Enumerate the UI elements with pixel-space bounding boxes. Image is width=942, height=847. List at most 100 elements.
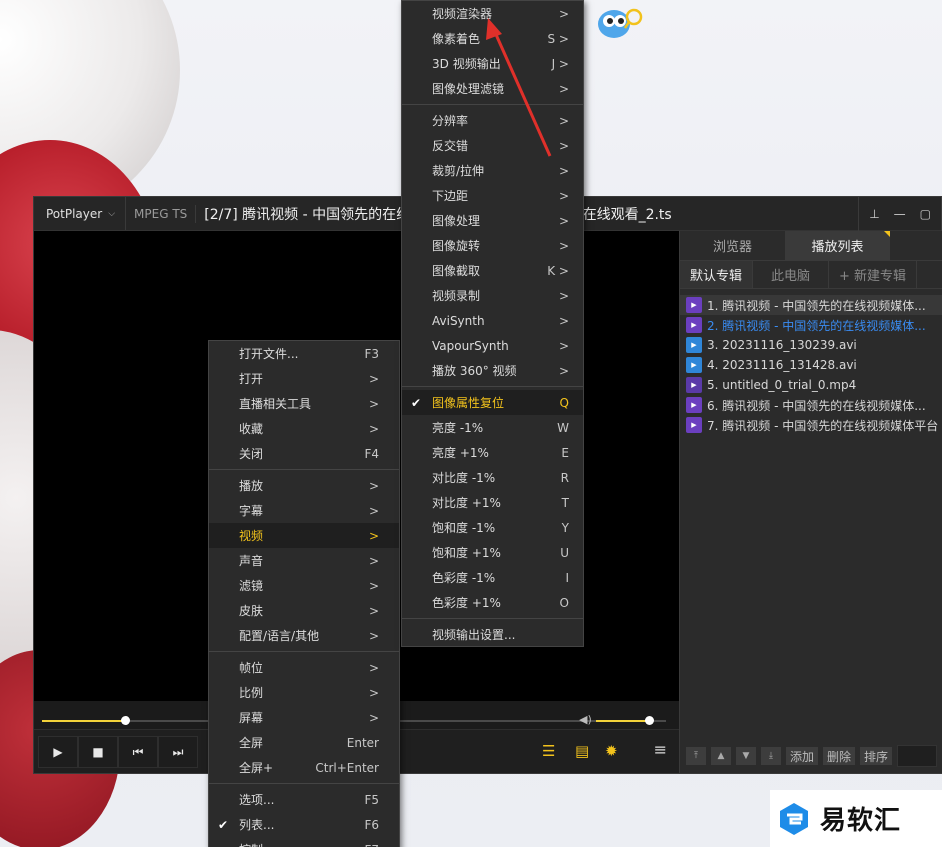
playlist-item[interactable]: ▶ 6. 腾讯视频 - 中国领先的在线视频媒体... [680,395,942,415]
submenu-arrow-icon: > [558,188,569,203]
volume-knob[interactable] [644,716,654,725]
new-album-button[interactable]: + 新建专辑 [829,261,918,288]
menu-item[interactable]: 下边距 > [402,183,583,208]
menu-icon[interactable]: ≡ [654,740,667,759]
menu-item[interactable]: 视频录制 > [402,283,583,308]
playlist-item[interactable]: ▶ 7. 腾讯视频 - 中国领先的在线视频媒体平台 [680,415,942,435]
playlist-item-label: 3. 20231116_130239.avi [707,338,857,352]
add-button[interactable]: 添加 [786,747,819,765]
menu-item-label: 全屏 [239,736,264,750]
menu-item[interactable]: ✔ 图像属性复位 Q [402,390,583,415]
menu-item[interactable]: 播放 360° 视频 > [402,358,583,383]
menu-item[interactable]: 全屏 Enter [209,730,399,755]
menu-item[interactable]: 打开文件... F3 [209,341,399,366]
menu-item[interactable]: 图像截取 K > [402,258,583,283]
menu-item[interactable]: 滤镜 > [209,573,399,598]
tab-default-album[interactable]: 默认专辑 [680,261,754,288]
tab-this-pc[interactable]: 此电脑 [753,261,830,288]
playlist-item[interactable]: ▶ 4. 20231116_131428.avi [680,355,942,375]
menu-item[interactable]: 视频输出设置... [402,622,583,647]
menu-item[interactable]: ✔ 列表... F6 [209,812,399,837]
submenu-arrow-icon: > [558,81,569,96]
settings-gear-icon[interactable]: ✹ [605,742,618,760]
volume-icon[interactable]: ◀) [579,713,592,726]
menu-item-label: 字幕 [239,504,264,518]
menu-item[interactable]: 控制... F7 [209,837,399,847]
move-bottom-button[interactable]: ⤓ [761,747,781,765]
submenu-arrow-icon: > [558,213,569,228]
menu-item[interactable]: 对比度 -1% R [402,465,583,490]
menu-item-label: 比例 [239,686,264,700]
next-button[interactable]: ⏭ [158,736,198,768]
menu-item[interactable]: 色彩度 +1% O [402,590,583,615]
minimize-icon[interactable]: — [894,207,906,221]
menu-item[interactable]: 饱和度 +1% U [402,540,583,565]
delete-button[interactable]: 删除 [823,747,856,765]
subtitle-icon[interactable]: ▤ [575,742,589,760]
submenu-arrow-icon: > [368,603,379,618]
menu-item[interactable]: 屏幕 > [209,705,399,730]
submenu-arrow-icon: > [558,138,569,153]
playlist-item[interactable]: ▶ 2. 腾讯视频 - 中国领先的在线视频媒体... [680,315,942,335]
move-top-button[interactable]: ⤒ [686,747,706,765]
playlist-item[interactable]: ▶ 3. 20231116_130239.avi [680,335,942,355]
menu-item-label: 播放 [239,479,264,493]
menu-item[interactable]: 图像处理滤镜 > [402,76,583,101]
pin-icon[interactable]: ⊥ [869,207,879,221]
menu-item[interactable]: 亮度 -1% W [402,415,583,440]
seek-knob[interactable] [121,716,131,725]
volume-bar[interactable] [596,716,666,725]
menu-item-label: 下边距 [432,189,469,203]
menu-item[interactable]: 直播相关工具 > [209,391,399,416]
playlist-item[interactable]: ▶ 5. untitled_0_trial_0.mp4 [680,375,942,395]
move-up-button[interactable]: ▲ [711,747,731,765]
menu-item[interactable]: 色彩度 -1% I [402,565,583,590]
menu-item[interactable]: 全屏+ Ctrl+Enter [209,755,399,780]
move-down-button[interactable]: ▼ [736,747,756,765]
menu-item[interactable]: 饱和度 -1% Y [402,515,583,540]
stop-button[interactable]: ■ [78,736,118,768]
menu-item[interactable]: 打开 > [209,366,399,391]
menu-item-label: 配置/语言/其他 [239,629,320,643]
menu-item[interactable]: 视频 > [209,523,399,548]
menu-item[interactable]: 图像处理 > [402,208,583,233]
menu-item[interactable]: 分辨率 > [402,108,583,133]
panel-tabs: 浏览器 播放列表 [680,231,942,261]
menu-item[interactable]: 对比度 +1% T [402,490,583,515]
maximize-icon[interactable]: ▢ [920,207,931,221]
menu-item[interactable]: 皮肤 > [209,598,399,623]
menu-item[interactable]: AviSynth > [402,308,583,333]
video-submenu: 视频渲染器 > 像素着色 S >3D 视频输出 J > 图像处理滤镜 > 分辨率 > 反交错… [401,0,584,647]
menu-item[interactable]: VapourSynth > [402,333,583,358]
menu-item[interactable]: 裁剪/拉伸 > [402,158,583,183]
main-menu-button[interactable]: PotPlayer ⌵ [34,197,127,230]
playlist-search-input[interactable] [897,745,938,767]
menu-item[interactable]: 选项... F5 [209,787,399,812]
menu-item[interactable]: 播放 > [209,473,399,498]
playlist-search-icon[interactable]: ☰ [542,742,555,760]
menu-item[interactable]: 图像旋转 > [402,233,583,258]
menu-item[interactable]: 3D 视频输出 J > [402,51,583,76]
playlist-item[interactable]: ▶ 1. 腾讯视频 - 中国领先的在线视频媒体... [680,295,942,315]
menu-item[interactable]: 比例 > [209,680,399,705]
menu-item-label: 图像旋转 [432,239,481,253]
format-label: MPEG TS [126,204,197,223]
menu-item[interactable]: 收藏 > [209,416,399,441]
menu-item[interactable]: 帧位 > [209,655,399,680]
menu-item[interactable]: 亮度 +1% E [402,440,583,465]
menu-item[interactable]: 关闭 F4 [209,441,399,466]
tab-browser[interactable]: 浏览器 [680,231,785,260]
menu-item[interactable]: 像素着色 S > [402,26,583,51]
menu-item-label: VapourSynth [432,338,509,353]
menu-item-label: 亮度 -1% [432,421,484,435]
tab-playlist[interactable]: 播放列表 [785,231,890,260]
menu-item[interactable]: 反交错 > [402,133,583,158]
previous-button[interactable]: ⏮ [118,736,158,768]
play-button[interactable]: ▶ [38,736,78,768]
sort-button[interactable]: 排序 [860,747,893,765]
menu-item[interactable]: 声音 > [209,548,399,573]
menu-item[interactable]: 配置/语言/其他 > [209,623,399,648]
menu-item[interactable]: 字幕 > [209,498,399,523]
menu-item[interactable]: 视频渲染器 > [402,1,583,26]
menu-shortcut: U [560,545,569,560]
